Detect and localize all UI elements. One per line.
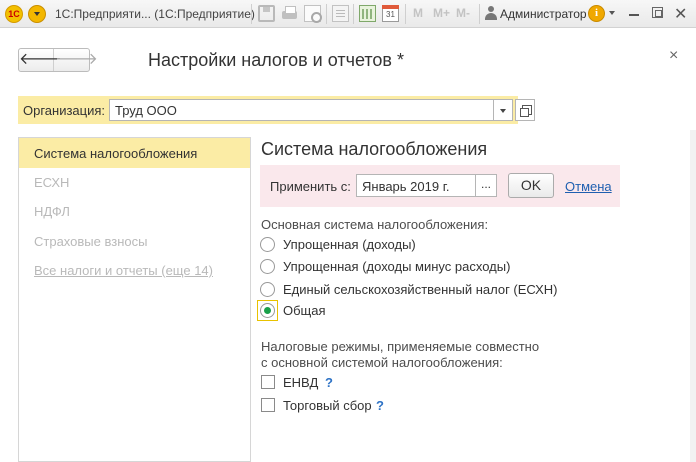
toolbar-separator [251,4,252,24]
toolbar-separator [353,4,354,24]
select-period-button[interactable]: ... [476,174,497,197]
user-name[interactable]: Администратор [500,7,587,21]
maximize-icon[interactable] [652,7,663,18]
radio-label[interactable]: Единый сельскохозяйственный налог (ЕСХН) [283,282,557,297]
form-close-icon[interactable]: × [669,47,678,65]
organization-dropdown-icon[interactable] [494,99,513,121]
memory-button-m-plus[interactable]: M+ [433,6,450,20]
document-icon[interactable] [332,5,349,22]
close-icon[interactable]: ✕ [674,4,687,24]
radio-button[interactable] [260,259,275,274]
toolbar-separator [405,4,406,24]
print-icon[interactable] [281,5,298,22]
trade-fee-label[interactable]: Торговый сбор [283,398,372,413]
section-title: Система налогообложения [261,139,488,159]
toolbar-separator [326,4,327,24]
forward-arrow-icon[interactable]: 🡒 [55,49,98,71]
apply-date-bar: Применить с: Январь 2019 г. ... OK Отмен… [260,165,620,207]
scrollbar-track[interactable] [690,130,696,462]
radio-label[interactable]: Упрощенная (доходы) [283,237,416,252]
radio-button[interactable] [260,282,275,297]
open-organization-icon[interactable] [515,99,535,121]
preview-icon[interactable] [304,5,322,23]
radio-button-selected[interactable] [260,303,275,318]
organization-bar: Организация: Труд ООО [18,96,535,124]
nav-item-all-taxes[interactable]: Все налоги и отчеты (еще 14) [19,255,250,285]
special-regimes-label-line1: Налоговые режимы, применяемые совместно [261,339,540,354]
nav-item-insurance[interactable]: Страховые взносы [19,226,250,256]
nav-item-tax-system[interactable]: Система налогообложения [19,138,250,168]
form-title: Настройки налогов и отчетов * [148,50,404,70]
trade-fee-checkbox[interactable] [261,398,275,412]
window-title: 1С:Предприяти... (1С:Предприятие) [55,7,255,21]
radio-button[interactable] [260,237,275,252]
nav-item-ndfl[interactable]: НДФЛ [19,196,250,226]
special-regimes-label-line2: с основной системой налогообложения: [261,355,503,370]
radio-label[interactable]: Общая [283,303,326,318]
info-icon[interactable]: i [588,5,605,22]
nav-item-eskhn[interactable]: ЕСХН [19,167,250,197]
calendar-icon[interactable]: 31 [382,5,399,22]
envd-checkbox[interactable] [261,375,275,389]
ok-button[interactable]: OK [508,173,554,198]
section-navigation: Система налогообложения ЕСХН НДФЛ Страхо… [18,137,251,462]
navigation-buttons: 🡐 🡒 [18,48,98,72]
calculator-icon[interactable] [359,5,376,22]
radio-label[interactable]: Упрощенная (доходы минус расходы) [283,259,510,274]
help-icon[interactable]: ? [376,398,384,413]
cancel-link[interactable]: Отмена [565,179,612,194]
chevron-down-icon[interactable] [609,11,615,15]
toolbar-separator [479,4,480,24]
title-bar: 1С 1С:Предприяти... (1С:Предприятие) 31 … [0,0,696,28]
back-arrow-icon[interactable]: 🡐 [19,49,62,71]
organization-field[interactable]: Труд ООО [109,99,494,121]
save-icon[interactable] [258,5,275,22]
main-menu-icon[interactable] [28,5,46,23]
user-icon [485,6,497,20]
minimize-icon[interactable] [629,14,639,16]
envd-label[interactable]: ЕНВД [283,375,318,390]
memory-button-m[interactable]: M [413,6,423,20]
apply-from-label: Применить с: [270,179,351,194]
tax-system-label: Основная система налогообложения: [261,217,489,232]
1c-logo-icon[interactable]: 1С [5,5,23,23]
help-icon[interactable]: ? [325,375,333,390]
apply-from-field[interactable]: Январь 2019 г. [356,174,476,197]
organization-label: Организация: [23,103,106,118]
memory-button-m-minus[interactable]: M- [456,6,470,20]
